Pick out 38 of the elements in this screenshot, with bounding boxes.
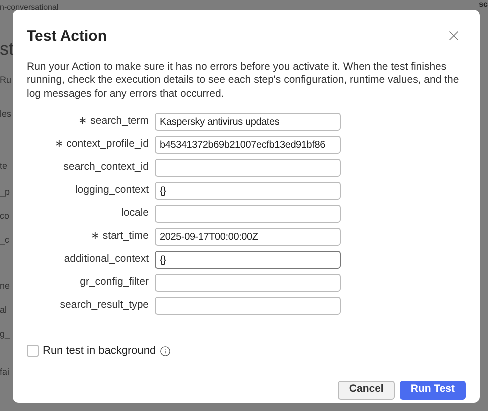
input-field[interactable]: {}: [155, 251, 341, 269]
background-text: sc: [479, 0, 488, 10]
background-text: al: [0, 304, 8, 317]
dialog-title: Test Action: [27, 27, 108, 47]
input-field[interactable]: {}: [155, 182, 341, 200]
input-field[interactable]: b45341372b69b21007ecfb13ed91bf86: [155, 136, 341, 154]
field-label: ∗ search_term: [78, 114, 149, 130]
input-field[interactable]: [155, 205, 341, 223]
background-text: _c: [0, 234, 10, 247]
background-text: _p: [0, 186, 10, 199]
background-text: g_: [0, 328, 10, 341]
field-label: search_result_type: [60, 298, 149, 314]
background-text: n-conversational: [0, 2, 59, 14]
input-field[interactable]: [155, 297, 341, 315]
field-label: gr_config_filter: [80, 275, 149, 290]
field-label: ∗ start_time: [90, 229, 149, 244]
input-field[interactable]: [155, 159, 341, 177]
checkbox[interactable]: [27, 345, 39, 358]
checkbox-label: Run test in background: [43, 344, 156, 359]
field-label: additional_context: [64, 252, 149, 268]
description: Run your Action to make sure it has no errors before you activate it. When the test finishes running, check the execution details to see each step's configuration, runtime values, and the log messages for any errors that occurred.: [27, 60, 460, 101]
background-text: Ru: [0, 74, 12, 87]
input-field[interactable]: [155, 274, 341, 292]
background-text: co: [0, 210, 10, 223]
field-label: locale: [122, 206, 149, 222]
field-label: search_context_id: [64, 160, 149, 176]
info-icon[interactable]: [160, 346, 172, 357]
cancel-button[interactable]: Cancel: [338, 380, 395, 400]
input-field[interactable]: Kaspersky antivirus updates: [155, 113, 341, 131]
background-text: st: [0, 38, 14, 61]
background-text: fai: [0, 366, 10, 379]
field-label: ∗ context_profile_id: [54, 137, 149, 152]
background-text: te: [0, 160, 8, 173]
field-label: logging_context: [75, 183, 149, 198]
background-text: ne: [0, 280, 10, 293]
run-button[interactable]: Run Test: [400, 380, 466, 400]
background-text: les: [0, 108, 12, 121]
input-field[interactable]: 2025-09-17T00:00:00Z: [155, 228, 341, 246]
